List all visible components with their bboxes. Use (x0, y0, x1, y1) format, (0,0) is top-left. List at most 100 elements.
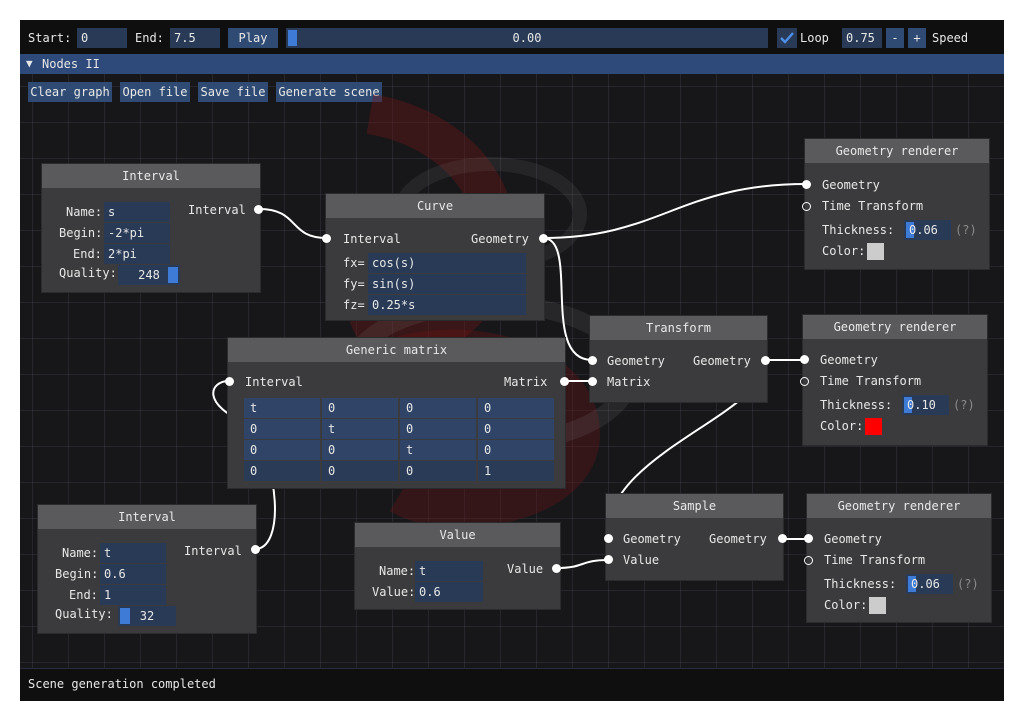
speed-input[interactable]: 0.75 (842, 28, 882, 48)
output-pin[interactable] (254, 205, 263, 214)
matrix-cell[interactable]: 0 (244, 440, 320, 460)
transform-node[interactable]: Transform Geometry Matrix Geometry (588, 316, 770, 402)
input-pin-geometry[interactable] (588, 356, 597, 365)
loop-label: Loop (800, 31, 829, 45)
speed-plus-button[interactable]: + (908, 28, 926, 48)
generic-matrix-node[interactable]: Generic matrix Interval Matrix t0000t000… (225, 338, 569, 488)
output-pin[interactable] (251, 545, 260, 554)
input-label-time-transform: Time Transform (824, 553, 926, 567)
matrix-cell[interactable]: 0 (322, 398, 398, 418)
matrix-cell[interactable]: 0 (322, 461, 398, 481)
matrix-cell[interactable]: 0 (244, 419, 320, 439)
output-pin[interactable] (560, 377, 569, 386)
input-pin-geometry[interactable] (800, 355, 809, 364)
quality-slider[interactable]: 248 (118, 265, 180, 285)
quality-label: Quality: (55, 607, 113, 621)
name-label: Name: (62, 546, 99, 560)
geometry-renderer-node-3[interactable]: Geometry renderer Geometry Time Transfor… (804, 494, 991, 622)
name-input[interactable]: s (104, 202, 170, 222)
end-input[interactable]: 7.5 (170, 28, 220, 48)
input-pin-time-transform[interactable] (800, 377, 809, 386)
timeline-grab[interactable] (288, 30, 297, 46)
fx-input[interactable]: cos(s) (368, 253, 526, 273)
matrix-cell[interactable]: 0 (400, 461, 476, 481)
node-title: Geometry renderer (805, 139, 989, 163)
start-input[interactable]: 0 (77, 28, 127, 48)
input-label-time-transform: Time Transform (822, 199, 924, 213)
timeline-slider[interactable]: 0.00 (286, 28, 768, 48)
output-label: Interval (188, 203, 246, 217)
input-pin[interactable] (225, 377, 234, 386)
speed-minus-button[interactable]: - (886, 28, 904, 48)
thickness-slider[interactable]: 0.06 (904, 220, 951, 240)
input-pin-geometry[interactable] (604, 534, 613, 543)
node-graph-canvas[interactable]: Clear graph Open file Save file Generate… (20, 74, 1004, 668)
help-marker[interactable]: (?) (957, 574, 979, 594)
output-pin[interactable] (778, 534, 787, 543)
matrix-cell[interactable]: 0 (478, 398, 554, 418)
geometry-renderer-node-1[interactable]: Geometry renderer Geometry Time Transfor… (802, 139, 989, 269)
input-pin-matrix[interactable] (588, 377, 597, 386)
matrix-cell[interactable]: t (244, 398, 320, 418)
output-pin[interactable] (761, 356, 770, 365)
quality-value: 32 (139, 609, 155, 623)
name-input[interactable]: t (415, 561, 483, 581)
thickness-slider[interactable]: 0.10 (902, 395, 949, 415)
begin-label: Begin: (59, 226, 103, 240)
input-pin[interactable] (322, 234, 331, 243)
output-pin[interactable] (552, 564, 561, 573)
input-label-geometry: Geometry (822, 178, 880, 192)
matrix-cell[interactable]: 1 (478, 461, 554, 481)
input-label-geometry: Geometry (623, 532, 681, 546)
thickness-slider[interactable]: 0.06 (906, 574, 953, 594)
fz-input[interactable]: 0.25*s (368, 295, 526, 315)
node-title: Transform (590, 316, 767, 340)
matrix-cell[interactable]: 0 (400, 398, 476, 418)
quality-slider[interactable]: 32 (118, 606, 176, 626)
end-input[interactable]: 1 (100, 585, 166, 605)
value-input[interactable]: 0.6 (415, 582, 483, 602)
nodes-panel-header[interactable]: ▼ Nodes II (20, 54, 1004, 74)
matrix-cell[interactable]: 0 (478, 419, 554, 439)
begin-input[interactable]: 0.6 (100, 564, 166, 584)
collapse-triangle-icon[interactable]: ▼ (26, 54, 33, 74)
matrix-cell[interactable]: 0 (400, 419, 476, 439)
output-label: Geometry (471, 232, 529, 246)
link-value-sample (556, 559, 609, 569)
geometry-renderer-node-2[interactable]: Geometry renderer Geometry Time Transfor… (800, 315, 987, 445)
sample-node[interactable]: Sample Geometry Value Geometry (604, 494, 787, 580)
input-pin-geometry[interactable] (802, 180, 811, 189)
input-pin-time-transform[interactable] (802, 202, 811, 211)
color-swatch[interactable] (867, 243, 884, 260)
matrix-cell[interactable]: t (322, 419, 398, 439)
name-input[interactable]: t (100, 543, 166, 563)
matrix-cell[interactable]: t (400, 440, 476, 460)
quality-value: 248 (138, 268, 160, 282)
curve-node[interactable]: Curve Interval Geometry fx= cos(s) fy= s… (322, 194, 548, 320)
matrix-cell[interactable]: 0 (322, 440, 398, 460)
begin-input[interactable]: -2*pi (104, 223, 170, 243)
input-pin-geometry[interactable] (804, 534, 813, 543)
end-input[interactable]: 2*pi (104, 244, 170, 264)
help-marker[interactable]: (?) (955, 220, 977, 240)
matrix-cell[interactable]: 0 (244, 461, 320, 481)
loop-checkbox[interactable] (777, 28, 797, 48)
input-label-geometry: Geometry (607, 354, 665, 368)
fy-input[interactable]: sin(s) (368, 274, 526, 294)
color-swatch[interactable] (865, 418, 882, 435)
help-marker[interactable]: (?) (953, 395, 975, 415)
output-pin[interactable] (539, 234, 548, 243)
thickness-value: 0.10 (907, 398, 936, 412)
input-pin-value[interactable] (604, 555, 613, 564)
input-pin-time-transform[interactable] (804, 556, 813, 565)
color-swatch[interactable] (869, 597, 886, 614)
slider-grab[interactable] (120, 608, 130, 624)
play-button[interactable]: Play (228, 28, 278, 48)
end-label: End: (73, 247, 102, 261)
interval-node-1[interactable]: Interval Name: s Begin: -2*pi End: 2*pi … (42, 164, 263, 292)
value-node[interactable]: Value Name: t Value: 0.6 Value (355, 523, 561, 609)
slider-grab[interactable] (168, 267, 178, 283)
matrix-cell[interactable]: 0 (478, 440, 554, 460)
thickness-label: Thickness: (824, 577, 897, 591)
interval-node-2[interactable]: Interval Name: t Begin: 0.6 End: 1 Quali… (38, 505, 260, 633)
